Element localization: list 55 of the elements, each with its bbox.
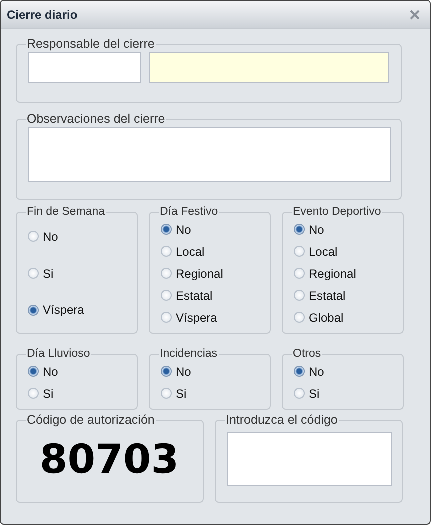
option-label: Si [43, 386, 54, 403]
radio-button[interactable] [28, 268, 39, 280]
group-label: Código de autorización [26, 414, 156, 428]
option-label: No [309, 364, 324, 381]
radio-button[interactable] [28, 366, 39, 378]
option-label: Si [309, 386, 320, 403]
radio-button[interactable] [161, 388, 172, 400]
option-label: Local [309, 244, 338, 261]
option-label: No [309, 222, 324, 239]
radio-button[interactable] [161, 366, 172, 378]
option-label: Si [176, 386, 187, 403]
group-label: Día Festivo [159, 206, 220, 219]
authorization-code: 80703 [38, 436, 180, 485]
option-label: No [176, 364, 192, 381]
option-label: Víspera [43, 302, 84, 320]
option-label: Víspera [176, 310, 218, 327]
radio-button[interactable] [161, 312, 172, 324]
radio-button[interactable] [294, 388, 305, 400]
group-label: Día Lluvioso [26, 348, 92, 361]
group-label: Introduzca el código [225, 414, 339, 428]
group-label: Fin de Semana [26, 206, 106, 219]
option-label: No [43, 228, 58, 246]
radio-button[interactable] [294, 224, 305, 236]
radio-button[interactable] [161, 290, 172, 302]
group-label: Responsable del cierre [26, 38, 156, 52]
radio-button[interactable] [28, 388, 39, 400]
radio-button[interactable] [161, 224, 172, 236]
option-label: Si [43, 266, 54, 283]
option-label: Regional [176, 266, 224, 283]
radio-button[interactable] [161, 268, 172, 280]
group-label: Observaciones del cierre [26, 113, 166, 127]
option-label: Estatal [176, 288, 213, 305]
option-label: Local [176, 244, 205, 261]
text-field[interactable] [149, 52, 389, 83]
text-area[interactable] [28, 126, 391, 182]
code-field[interactable] [227, 432, 392, 486]
group-label: Otros [292, 348, 322, 361]
option-label: Regional [309, 266, 356, 283]
radio-button[interactable] [28, 231, 39, 242]
group-label: Incidencias [159, 348, 219, 361]
text-field[interactable] [28, 52, 141, 83]
radio-button[interactable] [294, 246, 305, 258]
radio-button[interactable] [294, 366, 305, 378]
radio-button[interactable] [294, 312, 305, 324]
option-label: Estatal [309, 288, 346, 305]
radio-button[interactable] [28, 304, 39, 316]
close-icon[interactable] [410, 10, 420, 20]
option-label: No [43, 364, 58, 381]
radio-button[interactable] [294, 268, 305, 280]
window-title: Cierre diario [7, 6, 78, 24]
option-label: Global [309, 310, 344, 327]
group-label: Evento Deportivo [292, 206, 382, 219]
radio-button[interactable] [161, 246, 172, 258]
radio-button[interactable] [294, 290, 305, 302]
option-label: No [176, 222, 192, 239]
